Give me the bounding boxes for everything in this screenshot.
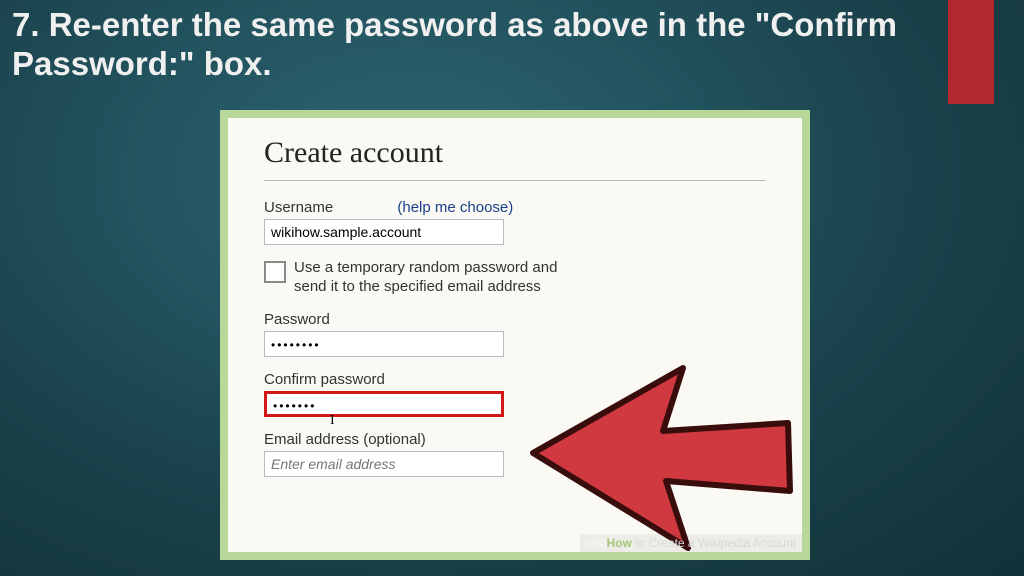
- password-input[interactable]: ••••••••: [264, 331, 504, 357]
- slide: 7. Re-enter the same password as above i…: [0, 0, 1024, 576]
- form-inner: Create account Username (help me choose)…: [228, 118, 802, 552]
- form-screenshot-panel: Create account Username (help me choose)…: [220, 110, 810, 560]
- step-number: 7.: [12, 6, 40, 43]
- confirm-password-wrap: ••••••• I: [264, 391, 766, 417]
- confirm-password-input[interactable]: •••••••: [264, 391, 504, 417]
- email-label: Email address (optional): [264, 431, 766, 448]
- username-row: Username (help me choose): [264, 199, 766, 245]
- slide-title: 7. Re-enter the same password as above i…: [12, 6, 954, 84]
- wikihow-caption: wikiHow to Create a Wikipedia Account: [580, 534, 802, 552]
- email-row: Email address (optional): [264, 431, 766, 477]
- confirm-password-row: Confirm password ••••••• I: [264, 371, 766, 417]
- username-input[interactable]: [264, 219, 504, 245]
- caption-rest: to Create a Wikipedia Account: [632, 536, 796, 550]
- accent-tab: [948, 0, 994, 104]
- username-label: Username: [264, 199, 333, 216]
- help-me-choose-link[interactable]: (help me choose): [397, 199, 513, 216]
- username-label-line: Username (help me choose): [264, 199, 766, 216]
- temp-password-label: Use a temporary random password and send…: [294, 259, 584, 297]
- temp-password-checkbox[interactable]: [264, 261, 286, 283]
- caption-how: How: [607, 536, 632, 550]
- caption-wiki: wiki: [584, 536, 607, 550]
- password-label: Password: [264, 311, 766, 328]
- temp-password-row: Use a temporary random password and send…: [264, 259, 766, 297]
- form-heading: Create account: [264, 136, 766, 170]
- email-input[interactable]: [264, 451, 504, 477]
- password-row: Password ••••••••: [264, 311, 766, 357]
- divider: [264, 180, 766, 181]
- confirm-password-label: Confirm password: [264, 371, 766, 388]
- step-instruction: Re-enter the same password as above in t…: [12, 6, 897, 82]
